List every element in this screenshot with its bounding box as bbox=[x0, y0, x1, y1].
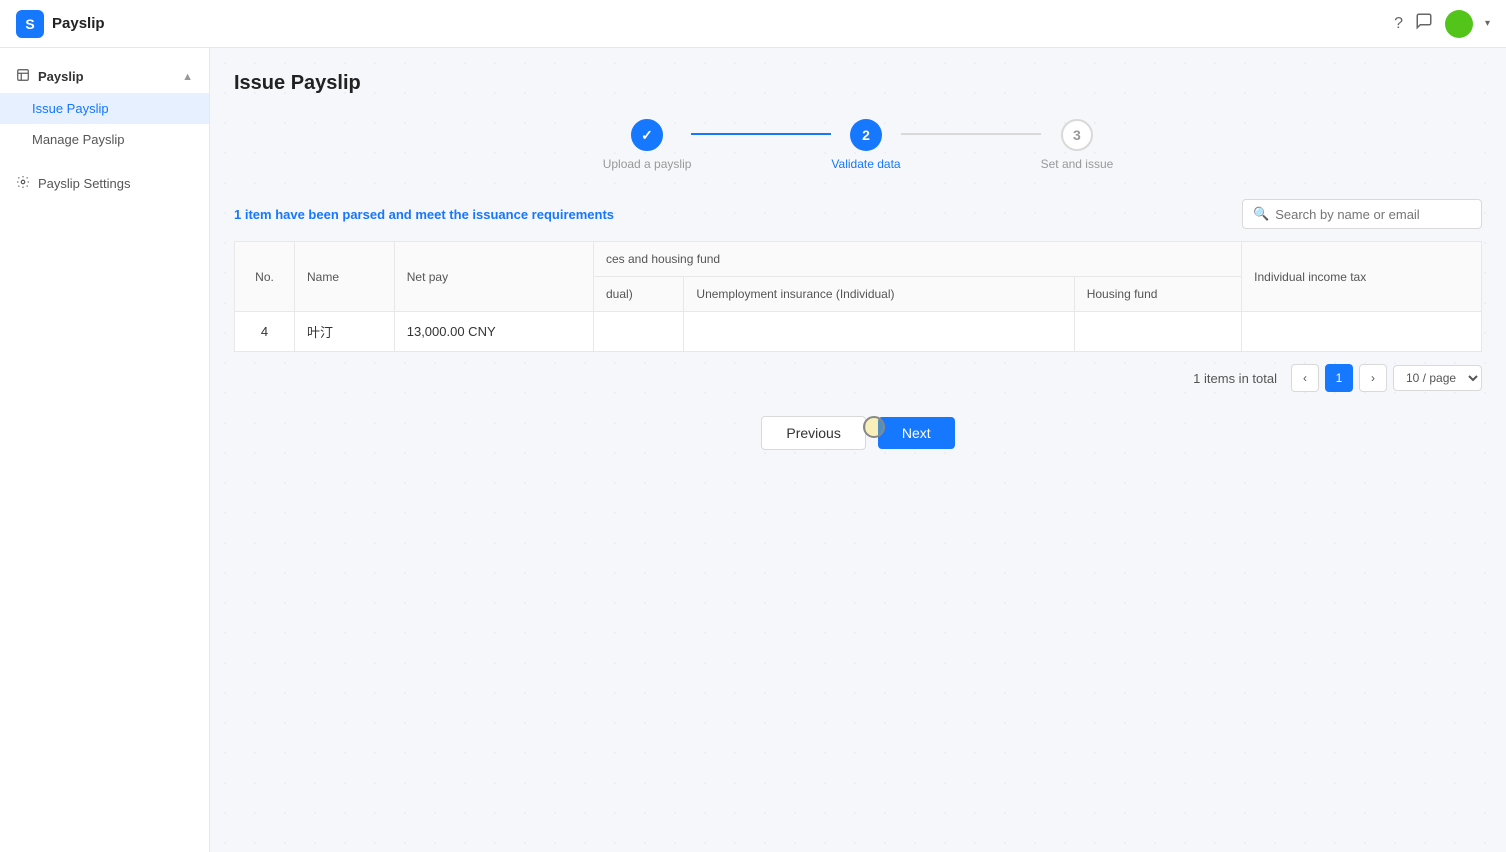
col-net-pay: Net pay bbox=[394, 242, 593, 312]
table-header-row: 1 item have been parsed and meet the iss… bbox=[234, 199, 1482, 229]
step-issue: 3 Set and issue bbox=[1041, 119, 1114, 171]
col-medical: dual) bbox=[594, 277, 684, 312]
table-row: 4 叶汀 13,000.00 CNY bbox=[235, 312, 1482, 352]
page-title: Issue Payslip bbox=[234, 72, 1482, 95]
sidebar-item-manage-payslip[interactable]: Manage Payslip bbox=[0, 124, 209, 155]
step-validate: 2 Validate data bbox=[831, 119, 900, 171]
sidebar-item-settings[interactable]: Payslip Settings bbox=[0, 167, 209, 200]
col-unemployment: Unemployment insurance (Individual) bbox=[684, 277, 1074, 312]
chat-icon[interactable] bbox=[1415, 12, 1433, 35]
col-name: Name bbox=[295, 242, 395, 312]
data-table: No. Name Net pay ces and housing fund In… bbox=[234, 241, 1482, 352]
user-menu-arrow[interactable]: ▾ bbox=[1485, 18, 1490, 29]
user-avatar[interactable] bbox=[1445, 10, 1473, 38]
page-size-select[interactable]: 10 / page 20 / page 50 / page bbox=[1393, 365, 1482, 391]
col-no: No. bbox=[235, 242, 295, 312]
step-circle-validate: 2 bbox=[850, 119, 882, 151]
sidebar-payslip-icon bbox=[16, 68, 30, 85]
cell-income-tax bbox=[1242, 312, 1482, 352]
app-title: Payslip bbox=[52, 15, 105, 32]
help-icon[interactable]: ? bbox=[1394, 15, 1403, 33]
col-group-insurances: ces and housing fund bbox=[594, 242, 1242, 277]
sidebar-item-issue-payslip[interactable]: Issue Payslip bbox=[0, 93, 209, 124]
search-icon: 🔍 bbox=[1253, 206, 1269, 222]
sidebar: Payslip ▲ Issue Payslip Manage Payslip P… bbox=[0, 48, 210, 852]
settings-icon bbox=[16, 175, 30, 192]
step-circle-upload: ✓ bbox=[631, 119, 663, 151]
step-upload: ✓ Upload a payslip bbox=[603, 119, 692, 171]
sidebar-section-payslip: Payslip ▲ Issue Payslip Manage Payslip bbox=[0, 48, 209, 167]
app-logo-icon: S bbox=[16, 10, 44, 38]
pagination-total: 1 items in total bbox=[1193, 371, 1277, 386]
cell-no: 4 bbox=[235, 312, 295, 352]
cell-housing bbox=[1074, 312, 1241, 352]
previous-button[interactable]: Previous bbox=[761, 416, 865, 450]
sidebar-group-label: Payslip bbox=[38, 69, 84, 84]
search-box[interactable]: 🔍 bbox=[1242, 199, 1482, 229]
search-input[interactable] bbox=[1275, 207, 1471, 222]
stepper: ✓ Upload a payslip 2 Validate data 3 Set… bbox=[234, 119, 1482, 171]
main-layout: Payslip ▲ Issue Payslip Manage Payslip P… bbox=[0, 48, 1506, 852]
step-label-upload: Upload a payslip bbox=[603, 157, 692, 171]
page-next-btn[interactable]: › bbox=[1359, 364, 1387, 392]
step-circle-issue: 3 bbox=[1061, 119, 1093, 151]
page-prev-btn[interactable]: ‹ bbox=[1291, 364, 1319, 392]
cell-medical bbox=[594, 312, 684, 352]
cell-name: 叶汀 bbox=[295, 312, 395, 352]
topbar-right: ? ▾ bbox=[1394, 10, 1490, 38]
step-label-issue: Set and issue bbox=[1041, 157, 1114, 171]
settings-label: Payslip Settings bbox=[38, 176, 131, 191]
col-income-tax: Individual income tax bbox=[1242, 242, 1482, 312]
parsed-info: 1 item have been parsed and meet the iss… bbox=[234, 207, 614, 222]
page-1-btn[interactable]: 1 bbox=[1325, 364, 1353, 392]
cell-net-pay: 13,000.00 CNY bbox=[394, 312, 593, 352]
step-connector-1 bbox=[691, 133, 831, 135]
topbar: S Payslip ? ▾ bbox=[0, 0, 1506, 48]
action-row: Previous Next bbox=[234, 416, 1482, 450]
sidebar-group-payslip[interactable]: Payslip ▲ bbox=[0, 60, 209, 93]
next-button[interactable]: Next bbox=[878, 417, 955, 449]
topbar-left: S Payslip bbox=[0, 10, 105, 38]
col-housing: Housing fund bbox=[1074, 277, 1241, 312]
pagination-row: 1 items in total ‹ 1 › 10 / page 20 / pa… bbox=[234, 364, 1482, 392]
step-connector-2 bbox=[901, 133, 1041, 135]
cell-unemployment bbox=[684, 312, 1074, 352]
main-content: Issue Payslip ✓ Upload a payslip 2 Valid… bbox=[210, 48, 1506, 852]
step-label-validate: Validate data bbox=[831, 157, 900, 171]
sidebar-group-chevron: ▲ bbox=[182, 71, 193, 83]
